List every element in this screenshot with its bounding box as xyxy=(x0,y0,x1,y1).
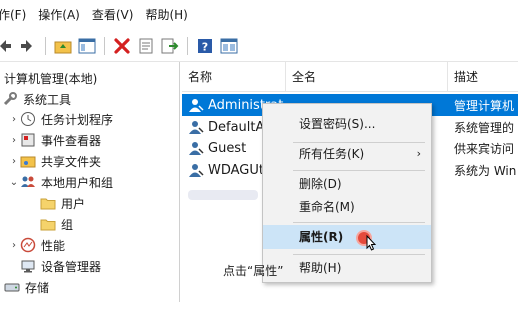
up-folder-icon[interactable] xyxy=(53,36,73,56)
expand-arrow-icon[interactable]: › xyxy=(8,114,20,125)
tree-groups-label: 组 xyxy=(61,217,74,232)
tree-root[interactable]: 计算机管理(本地) xyxy=(4,68,97,88)
view-icon[interactable] xyxy=(219,36,239,56)
menu-item-all-tasks[interactable]: 所有任务(K) › xyxy=(263,142,431,166)
tree-task-scheduler[interactable]: › 任务计划程序 xyxy=(8,109,113,129)
tree-root-label: 计算机管理(本地) xyxy=(4,71,98,86)
column-headers: 名称 全名 描述 xyxy=(182,62,518,92)
tree-shared-folders-label: 共享文件夹 xyxy=(41,154,102,169)
storage-icon xyxy=(4,279,20,295)
menu-bar: 作(F) 操作(A) 查看(V) 帮助(H) xyxy=(0,0,518,30)
submenu-arrow-icon: › xyxy=(416,147,421,160)
row-description: 管理计算机 xyxy=(454,98,515,113)
tools-icon xyxy=(2,91,18,107)
properties-icon[interactable] xyxy=(136,36,156,56)
instruction-caption: 点击“属性” xyxy=(223,264,284,278)
help-icon[interactable]: ? xyxy=(195,36,215,56)
row-name: Guest xyxy=(208,140,247,156)
expand-arrow-icon[interactable]: › xyxy=(8,135,20,146)
delete-icon[interactable] xyxy=(112,36,132,56)
row-name: WDAGUt xyxy=(208,162,264,178)
row-description: 系统管理的 xyxy=(454,120,515,135)
user-icon xyxy=(189,99,204,112)
tree-storage-label: 存储 xyxy=(25,280,50,295)
toolbar-separator xyxy=(45,36,46,55)
performance-icon xyxy=(20,237,36,253)
toolbar-separator xyxy=(187,36,188,55)
tree-users-label: 用户 xyxy=(61,196,86,211)
forward-icon[interactable] xyxy=(18,36,38,56)
tree-groups[interactable]: 组 xyxy=(40,214,73,234)
tree-local-users[interactable]: ⌄ 本地用户和组 xyxy=(8,172,113,192)
menu-action[interactable]: 操作(A) xyxy=(32,0,86,30)
blurred-row xyxy=(188,190,258,200)
user-icon xyxy=(189,121,204,134)
toolbar: ? xyxy=(0,30,518,62)
folder-icon xyxy=(40,195,56,211)
tree-event-viewer[interactable]: › 事件查看器 xyxy=(8,130,101,150)
row-description: 供来宾访问 xyxy=(454,141,515,156)
menu-item-properties[interactable]: 属性(R) xyxy=(263,225,431,249)
folder-icon xyxy=(40,216,56,232)
back-icon[interactable] xyxy=(0,36,14,56)
tree-performance[interactable]: › 性能 xyxy=(8,235,65,255)
event-log-icon xyxy=(20,132,36,148)
menu-item-rename[interactable]: 重命名(M) xyxy=(263,195,431,219)
expand-arrow-icon[interactable]: › xyxy=(8,156,20,167)
mouse-cursor-icon xyxy=(366,234,377,251)
column-header-name[interactable]: 名称 xyxy=(182,62,286,92)
tree-event-viewer-label: 事件查看器 xyxy=(41,133,102,148)
tree-local-users-label: 本地用户和组 xyxy=(41,175,114,190)
tree-task-scheduler-label: 任务计划程序 xyxy=(41,112,114,127)
menu-file[interactable]: 作(F) xyxy=(0,0,32,30)
tree-device-manager[interactable]: 设备管理器 xyxy=(20,256,101,276)
menu-separator xyxy=(293,170,425,171)
users-group-icon xyxy=(20,174,36,190)
tree-users[interactable]: 用户 xyxy=(40,193,85,213)
expand-arrow-icon[interactable]: › xyxy=(8,240,20,251)
export-icon[interactable] xyxy=(160,36,180,56)
shared-folder-icon xyxy=(20,153,36,169)
tree-system-tools-label: 系统工具 xyxy=(23,92,72,107)
tree-system-tools[interactable]: 系统工具 xyxy=(2,89,71,109)
menu-item-set-password[interactable]: 设置密码(S)... xyxy=(263,112,431,136)
toolbar-separator xyxy=(104,36,105,55)
tree-shared-folders[interactable]: › 共享文件夹 xyxy=(8,151,101,171)
tree-storage[interactable]: 存储 xyxy=(4,277,49,297)
device-manager-icon xyxy=(20,258,36,274)
tree-device-manager-label: 设备管理器 xyxy=(41,259,102,274)
row-description: 系统为 Win xyxy=(454,163,517,178)
menu-help[interactable]: 帮助(H) xyxy=(139,0,193,30)
navigation-tree: 计算机管理(本地) 系统工具 › 任务计划程序 › 事件查看器 › 共享文件夹 … xyxy=(0,62,180,302)
clock-icon xyxy=(20,111,36,127)
svg-text:?: ? xyxy=(202,40,208,53)
collapse-arrow-icon[interactable]: ⌄ xyxy=(8,177,20,188)
show-hide-tree-icon[interactable] xyxy=(77,36,97,56)
tree-performance-label: 性能 xyxy=(41,238,66,253)
menu-separator xyxy=(293,222,425,223)
menu-item-delete[interactable]: 删除(D) xyxy=(263,172,431,196)
user-icon xyxy=(189,142,204,155)
menu-item-help[interactable]: 帮助(H) xyxy=(263,256,431,280)
user-icon xyxy=(189,164,204,177)
context-menu: 设置密码(S)... 所有任务(K) › 删除(D) 重命名(M) 属性(R) … xyxy=(262,103,432,283)
menu-view[interactable]: 查看(V) xyxy=(86,0,140,30)
menu-item-all-tasks-label: 所有任务(K) xyxy=(299,147,365,161)
column-header-description[interactable]: 描述 xyxy=(448,62,518,92)
column-header-fullname[interactable]: 全名 xyxy=(286,62,448,92)
